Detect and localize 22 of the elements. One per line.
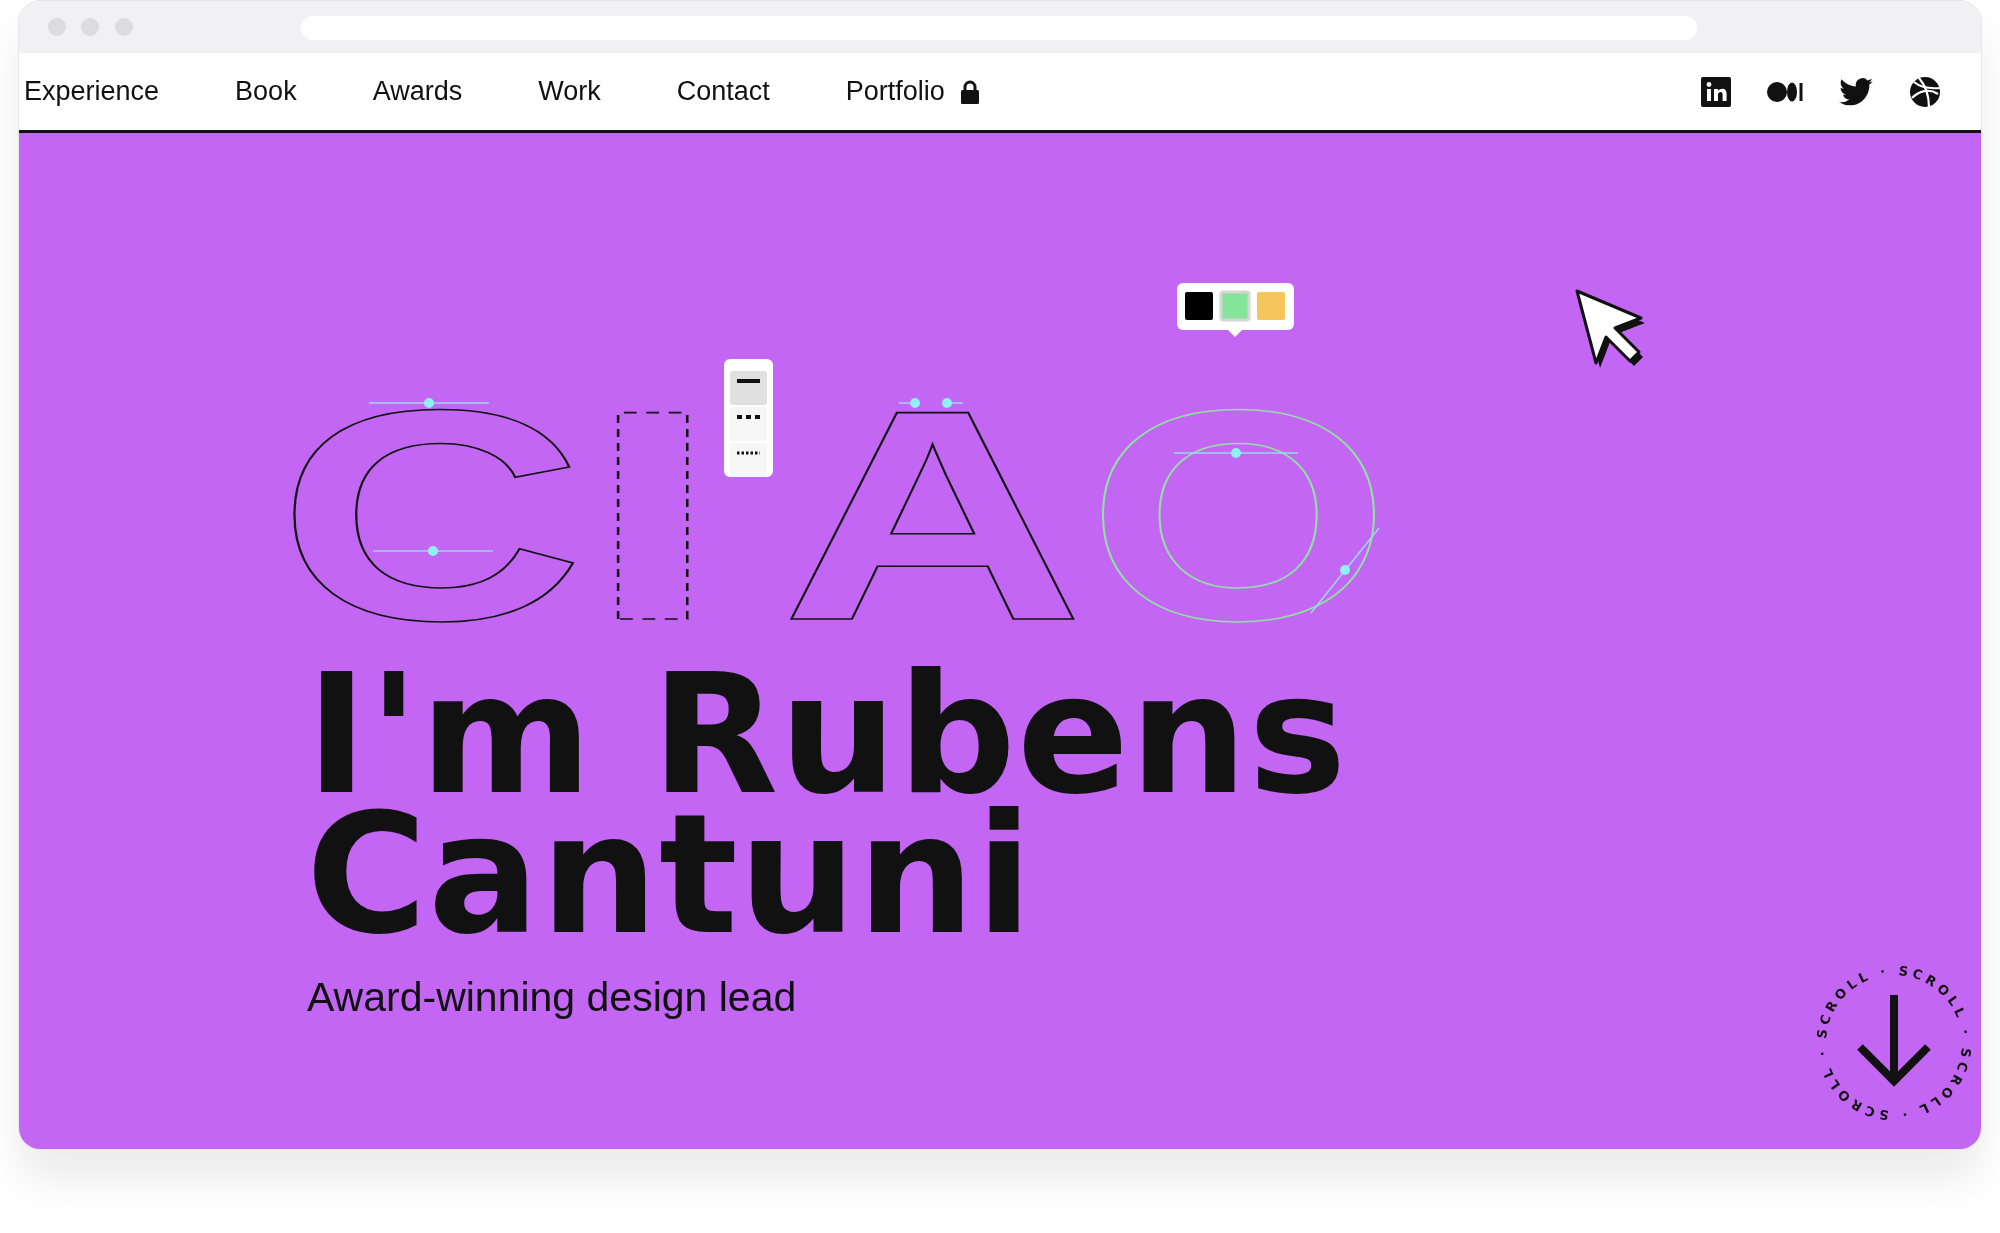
nav-link[interactable]: Portfolio (845, 71, 979, 112)
outline-letter: O (1087, 347, 1391, 643)
nav-link[interactable]: Book (235, 71, 297, 112)
outline-letter: I (586, 347, 720, 643)
cursor-icon (1575, 289, 1645, 368)
stroke-option[interactable] (730, 407, 767, 441)
nav-link[interactable]: Awards (372, 71, 463, 112)
medium-icon[interactable] (1767, 80, 1803, 103)
linkedin-icon[interactable] (1701, 76, 1731, 107)
basketball-icon[interactable] (1909, 75, 1941, 108)
hero-heading: I'm Rubens Cantuni (306, 665, 1349, 945)
bird-icon[interactable] (1839, 77, 1873, 106)
outline-letter: A (781, 347, 1085, 643)
color-swatch[interactable] (1257, 292, 1285, 320)
color-swatch[interactable] (1185, 292, 1213, 320)
nav-link[interactable]: Experience (24, 71, 160, 112)
hero-subtitle: Award-winning design lead (307, 973, 797, 1022)
color-swatch[interactable] (1219, 290, 1251, 322)
nav-link[interactable]: Contact (676, 71, 770, 112)
nav-link[interactable]: Work (538, 71, 601, 112)
stroke-option[interactable] (730, 371, 767, 405)
outline-letter: C (277, 347, 585, 643)
